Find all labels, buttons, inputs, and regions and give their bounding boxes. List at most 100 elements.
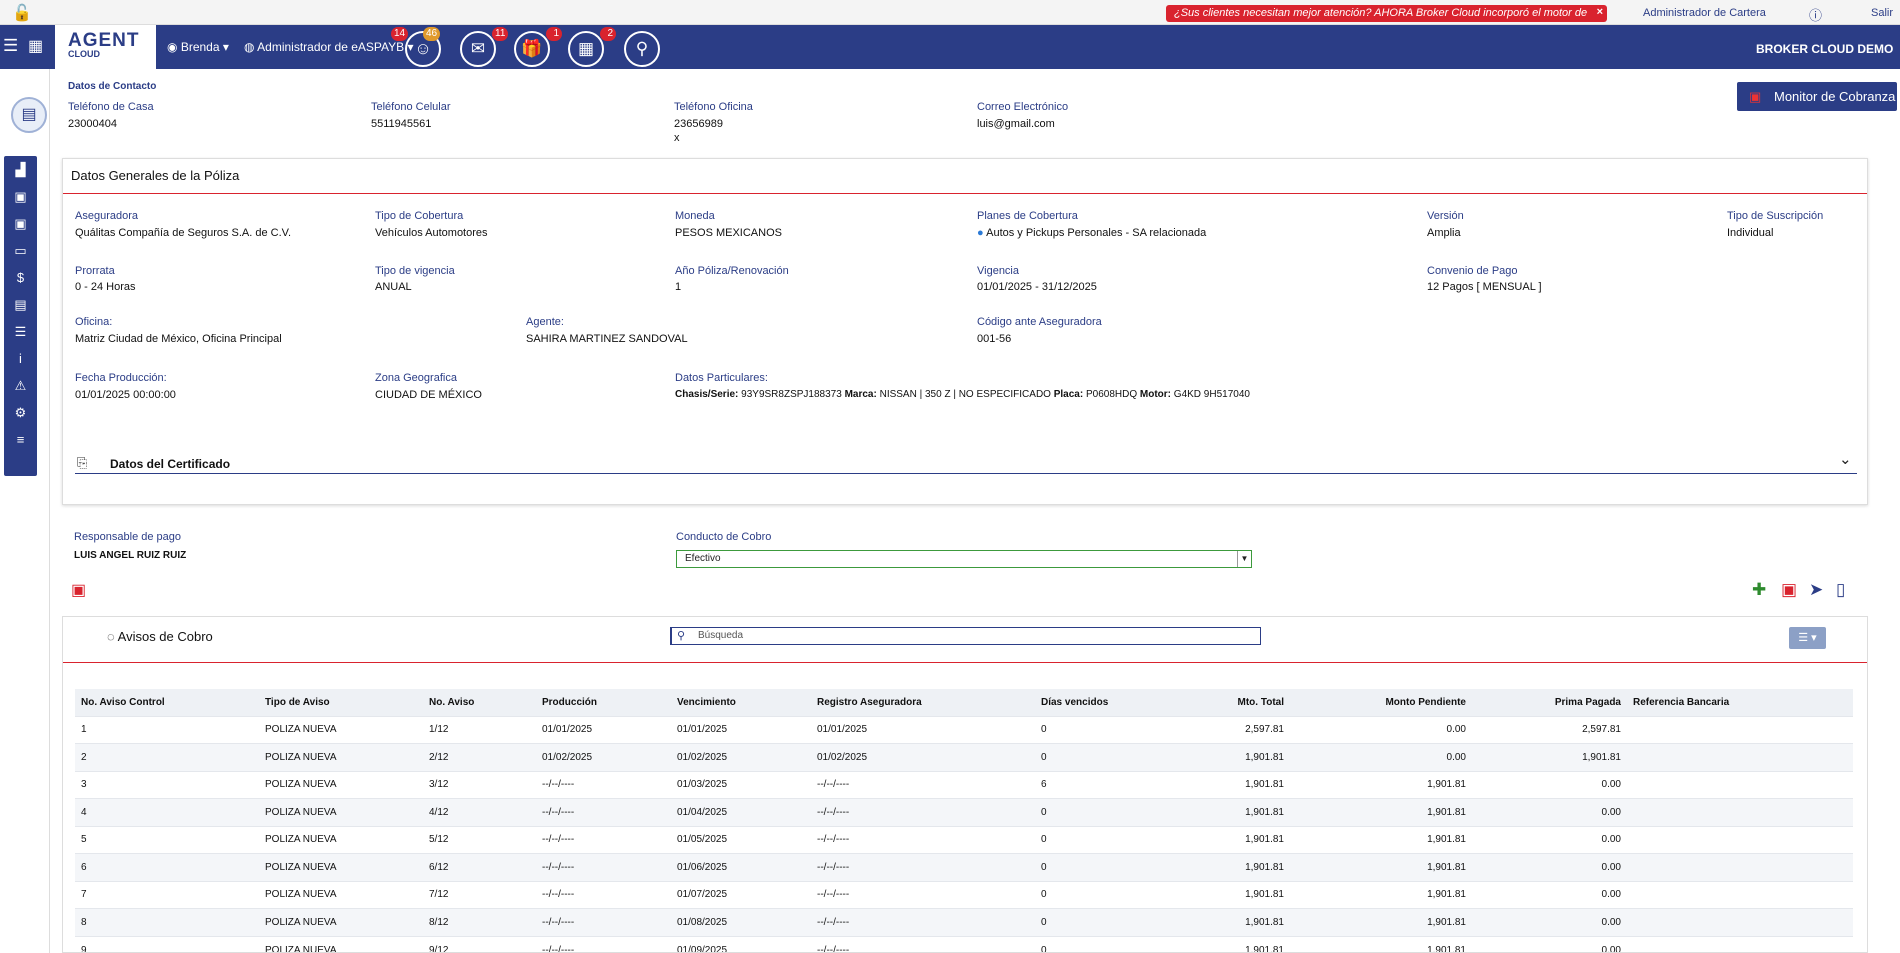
table-cell: 01/06/2025 [671, 853, 811, 881]
contact-title: Datos de Contacto [68, 81, 157, 92]
user-menu[interactable]: ◉ Brenda ▾ [167, 40, 229, 54]
calendar-icon: ▦ [577, 39, 595, 58]
clients-button[interactable]: ☺ 14 46 [391, 27, 441, 67]
conducto-select[interactable]: Efectivo ▼ [676, 550, 1252, 568]
table-row[interactable]: 5 POLIZA NUEVA 5/12 --/--/---- 01/05/2025 --/… [75, 825, 1853, 854]
logout-link[interactable]: Salir [1871, 7, 1893, 19]
table-cell: 9/12 [423, 935, 536, 952]
version: Amplia [1427, 227, 1461, 239]
col-header[interactable]: Referencia Bancaria [1627, 689, 1853, 716]
table-cell: 01/05/2025 [671, 825, 811, 854]
table-row[interactable]: 9 POLIZA NUEVA 9/12 --/--/---- 01/09/2025 --/… [75, 935, 1853, 952]
info-icon[interactable]: i [4, 345, 37, 372]
col-header[interactable]: Prima Pagada [1472, 689, 1627, 716]
unlock-icon[interactable]: 🔓 [12, 3, 32, 23]
table-cell: 0 [1035, 743, 1150, 771]
table-cell: 0 [1035, 825, 1150, 854]
zona: CIUDAD DE MÉXICO [375, 389, 482, 401]
planes[interactable]: ● Autos y Pickups Personales - SA relaci… [977, 227, 1206, 239]
hamburger-menu-icon[interactable]: ☰ [3, 36, 18, 56]
excel-icon[interactable]: ▣ [4, 183, 37, 210]
search-input[interactable]: ⚲ Búsqueda [670, 627, 1261, 645]
suscripcion-label: Tipo de Suscripción [1727, 210, 1824, 222]
certificado-toggle[interactable]: Datos del Certificado [110, 457, 230, 471]
table-cell: --/--/---- [536, 853, 671, 881]
apps-grid-icon[interactable]: ▦ [28, 36, 43, 56]
options-menu-button[interactable]: ☰ ▾ [1789, 627, 1826, 649]
col-header[interactable]: Registro Aseguradora [811, 689, 1035, 716]
col-header[interactable]: Tipo de Aviso [259, 689, 423, 716]
table-cell: 6/12 [423, 853, 536, 881]
col-header[interactable]: Monto Pendiente [1290, 689, 1472, 716]
table-row[interactable]: 6 POLIZA NUEVA 6/12 --/--/---- 01/06/2025 --/… [75, 853, 1853, 881]
table-cell: 01/08/2025 [671, 908, 811, 936]
warning-icon[interactable]: ⚠ [4, 372, 37, 399]
produccion-label: Fecha Producción: [75, 372, 167, 384]
table-cell: 01/02/2025 [811, 743, 1035, 771]
table-cell: POLIZA NUEVA [259, 908, 423, 936]
spinner-icon: ◌ [107, 629, 115, 644]
col-header[interactable]: Vencimiento [671, 689, 811, 716]
admin-menu[interactable]: ◍ Administrador de eASPAYB ▾ [244, 40, 413, 54]
send-icon[interactable]: ➤ [1809, 580, 1823, 600]
chasis: 93Y9SR8ZSPJ188373 [741, 389, 842, 400]
user-search-button[interactable]: ⚲ [624, 31, 660, 67]
dropdown-arrow-icon[interactable]: ▼ [1237, 551, 1251, 567]
table-row[interactable]: 3 POLIZA NUEVA 3/12 --/--/---- 01/03/2025 --/… [75, 770, 1853, 799]
contact-card-icon[interactable]: ▤ [11, 97, 47, 133]
money-icon[interactable]: $ [4, 264, 37, 291]
responsable: LUIS ANGEL RUIZ RUIZ [74, 550, 187, 561]
placa: P0608HDQ [1085, 389, 1138, 400]
table-cell: POLIZA NUEVA [259, 935, 423, 952]
table-cell: 2 [75, 743, 259, 771]
table-row[interactable]: 8 POLIZA NUEVA 8/12 --/--/---- 01/08/2025 --/… [75, 908, 1853, 936]
table-cell: --/--/---- [536, 798, 671, 826]
anio: 1 [675, 281, 682, 293]
agente: SAHIRA MARTINEZ SANDOVAL [526, 333, 688, 345]
col-header[interactable]: Días vencidos [1035, 689, 1150, 716]
table-cell: 0.00 [1290, 715, 1472, 744]
chart-icon[interactable]: ▟ [4, 156, 37, 183]
table-row[interactable]: 7 POLIZA NUEVA 7/12 --/--/---- 01/07/2025 --/… [75, 880, 1853, 909]
admin-cartera-link[interactable]: Administrador de Cartera [1643, 7, 1766, 19]
settings-icon[interactable]: ⚙ [4, 399, 37, 426]
help-icon[interactable]: ⓘ [1809, 5, 1822, 24]
col-header[interactable]: Mto. Total [1150, 689, 1290, 716]
promo-banner[interactable]: ¿Sus clientes necesitan mejor atención? … [1166, 5, 1608, 22]
table-row[interactable]: 1 POLIZA NUEVA 1/12 01/01/2025 01/01/2025 01/… [75, 715, 1853, 744]
pdf-icon[interactable]: ▣ [1781, 580, 1797, 600]
avisos-table: No. Aviso Control Tipo de Aviso No. Avis… [75, 689, 1853, 952]
col-header[interactable]: Producción [536, 689, 671, 716]
calendar-button[interactable]: ▦ 2 [568, 27, 616, 67]
top-bar: 🔓 ¿Sus clientes necesitan mejor atención… [0, 0, 1900, 25]
money-pdf-icon[interactable]: ▣ [71, 580, 86, 600]
planes-label: Planes de Cobertura [977, 210, 1078, 222]
certificate-icon: ⎘ [77, 455, 88, 470]
table-row[interactable]: 4 POLIZA NUEVA 4/12 --/--/---- 01/04/2025 --/… [75, 798, 1853, 826]
table-cell: 1,901.81 [1290, 935, 1472, 952]
monitor-cobranza-button[interactable]: ▣ Monitor de Cobranza [1737, 82, 1897, 111]
agent-cloud-logo[interactable]: AGENT CLOUD [55, 25, 156, 69]
list-add-icon[interactable]: ≡ [4, 426, 37, 453]
excel-icon-2[interactable]: ▣ [4, 210, 37, 237]
motor-label: Motor: [1139, 389, 1172, 400]
close-icon[interactable]: × [1597, 6, 1603, 18]
convenio-label: Convenio de Pago [1427, 265, 1518, 277]
list-icon[interactable]: ☰ [4, 318, 37, 345]
table-cell: --/--/---- [811, 770, 1035, 799]
table-cell: --/--/---- [811, 825, 1035, 854]
chevron-down-icon[interactable]: ⌄ [1839, 450, 1852, 468]
mail-button[interactable]: ✉ 11 [460, 27, 509, 67]
col-header[interactable]: No. Aviso Control [75, 689, 259, 716]
gift-button[interactable]: 🎁 1 [514, 27, 562, 67]
col-header[interactable]: No. Aviso [423, 689, 536, 716]
mobile-icon[interactable]: ▯ [1836, 580, 1845, 600]
table-row[interactable]: 2 POLIZA NUEVA 2/12 01/02/2025 01/02/2025 01/… [75, 743, 1853, 771]
image-icon[interactable]: ▭ [4, 237, 37, 264]
vigencia-label: Vigencia [977, 265, 1019, 277]
table-cell: 0 [1035, 798, 1150, 826]
table-cell: 6 [75, 853, 259, 881]
conducto-label: Conducto de Cobro [676, 531, 772, 543]
add-icon[interactable]: ✚ [1752, 580, 1766, 600]
clipboard-icon[interactable]: ▤ [4, 291, 37, 318]
